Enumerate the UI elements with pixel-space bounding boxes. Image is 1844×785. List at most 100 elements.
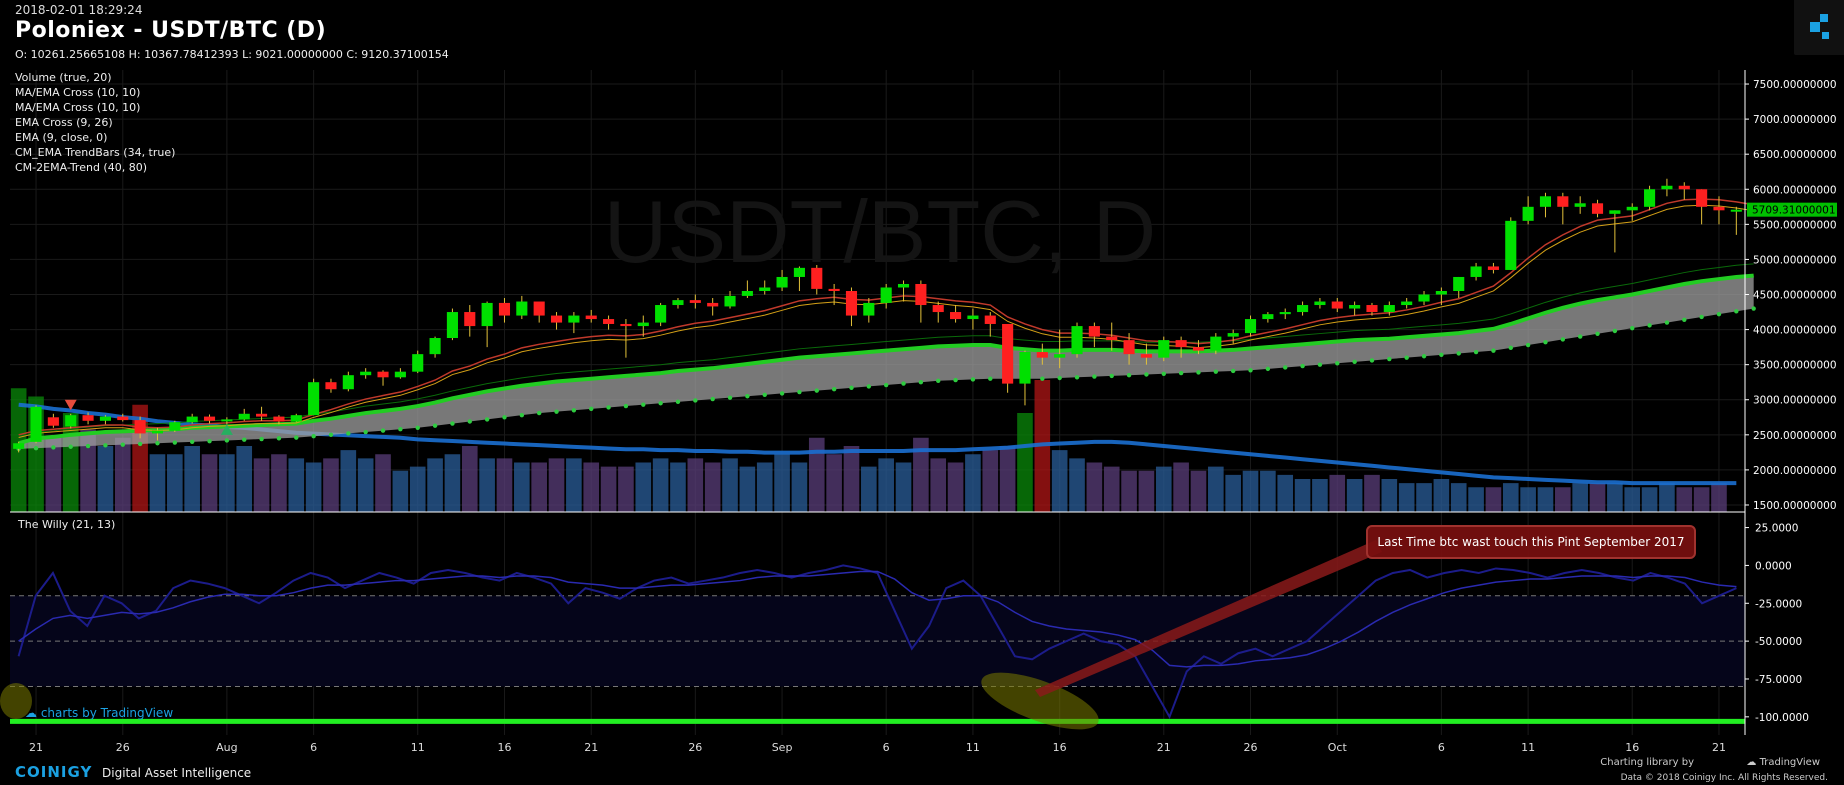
brand-name[interactable]: COINIGY (15, 763, 92, 781)
volume-bar (1607, 483, 1623, 512)
candle-body (1262, 314, 1274, 320)
volume-bar (843, 446, 860, 512)
last-price-label: 5709.31000001 (1752, 205, 1836, 217)
candle-body (377, 371, 389, 378)
candle-body (897, 283, 910, 288)
ema-slow-dot (1161, 371, 1166, 376)
indicator-label[interactable]: Volume (true, 20) (15, 71, 112, 84)
ema-slow-dot (675, 399, 681, 405)
candle-body (65, 415, 77, 427)
y-tick-label: 2500.00000000 (1753, 430, 1837, 442)
candle-body (1730, 209, 1742, 212)
x-tick-label: Sep (772, 741, 793, 754)
volume-bar (618, 466, 634, 512)
candle-body (1470, 266, 1482, 277)
ema-slow-dot (259, 436, 264, 442)
volume-bar (184, 446, 200, 512)
willy-oscillator (10, 564, 1745, 724)
x-tick-label: 21 (584, 741, 598, 754)
volume-bar (1693, 487, 1710, 512)
volume-bar (1589, 483, 1606, 512)
volume-bar (1398, 483, 1415, 512)
volume-bar (1138, 470, 1155, 512)
volume-bar (1555, 487, 1571, 512)
candle-body (776, 276, 788, 288)
candle-body (412, 354, 424, 372)
ema-slow-dot (641, 402, 646, 407)
ema-slow-dot (1404, 355, 1409, 360)
volume-bar (774, 454, 790, 512)
candle-body (1279, 312, 1291, 315)
volume-bar (1433, 479, 1450, 512)
volume-bar (548, 458, 565, 512)
ema-slow-dot (797, 389, 802, 395)
volume-bar (444, 454, 461, 512)
y-tick-label: 1500.00000000 (1753, 500, 1837, 512)
volume-bar (167, 454, 183, 512)
candle-body (13, 443, 25, 449)
volume-bar (1641, 487, 1658, 512)
x-tick-label: 6 (310, 741, 317, 754)
candle-body (932, 305, 944, 313)
coinigy-logo-icon[interactable] (1794, 0, 1844, 55)
candle-body (1123, 340, 1135, 355)
ema-slow-dot (1439, 352, 1444, 358)
candle-body (117, 416, 129, 421)
indicator-label[interactable]: MA/EMA Cross (10, 10) (15, 101, 140, 114)
candle-body (481, 302, 493, 327)
volume-bar (236, 446, 253, 512)
candle-body (620, 323, 632, 327)
tradingview-watermark: ☁ charts by TradingView (25, 706, 173, 720)
indicator-label[interactable]: MA/EMA Cross (10, 10) (15, 86, 140, 99)
ema-slow-dot (1595, 331, 1600, 336)
y-tick-label: 6500.00000000 (1753, 149, 1837, 161)
volume-bar (1450, 483, 1467, 512)
ema-slow-dot (1317, 362, 1323, 367)
ema-slow-dot (1300, 363, 1305, 369)
ema-slow-dot (311, 434, 316, 439)
volume-bar (375, 454, 391, 512)
ema-slow-dot (85, 443, 91, 449)
indicator-label[interactable]: EMA Cross (9, 26) (15, 116, 113, 129)
candle-body (1644, 189, 1656, 207)
candle-body (1054, 354, 1066, 358)
oscillator-label[interactable]: The Willy (21, 13) (18, 518, 115, 531)
candle-body (707, 302, 719, 307)
volume-bar (895, 462, 912, 512)
indicator-label[interactable]: CM-2EMA-Trend (40, 80) (15, 161, 147, 174)
indicator-label[interactable]: CM_EMA TrendBars (34, true) (15, 146, 175, 159)
candle-body (1418, 294, 1430, 302)
candle-body (134, 420, 146, 434)
ema-slow-dot (467, 419, 472, 424)
volume-bar (531, 462, 547, 512)
ema-slow-dot (883, 382, 889, 388)
copyright: Data © 2018 Coinigy Inc. All Rights Rese… (1620, 773, 1828, 783)
ema-slow-dot (189, 439, 195, 445)
volume-bar (1329, 474, 1346, 512)
annotation-callout[interactable]: Last Time btc wast touch this Pint Septe… (1366, 525, 1696, 559)
volume-bar (1294, 479, 1311, 512)
candle-body (863, 302, 875, 316)
ema-slow-dot (1734, 309, 1739, 314)
volume-bar (323, 458, 339, 512)
ema-slow-dot (1196, 370, 1201, 375)
ema-slow-dot (1716, 311, 1722, 317)
candle-body (1713, 206, 1725, 211)
candle-body (1002, 323, 1014, 384)
volume-bar (670, 462, 686, 512)
ema-slow-dot (1630, 325, 1635, 331)
volume-bar (1381, 479, 1398, 512)
candle-body (1678, 185, 1690, 190)
volume-bar (1676, 487, 1693, 512)
candle-body (169, 422, 181, 431)
ema-slow-dot (1560, 337, 1566, 342)
ema-slow-dot (936, 378, 941, 384)
tradingview-link[interactable]: ☁ TradingView (1746, 757, 1820, 768)
ema-slow-dot (1057, 375, 1062, 381)
indicator-label[interactable]: EMA (9, close, 0) (15, 131, 107, 144)
volume-bar (1659, 483, 1675, 512)
candle-body (950, 312, 962, 320)
x-tick-label: 11 (1521, 741, 1535, 754)
ema-slow-dot (224, 438, 230, 443)
ema-slow-dot (1491, 348, 1496, 353)
